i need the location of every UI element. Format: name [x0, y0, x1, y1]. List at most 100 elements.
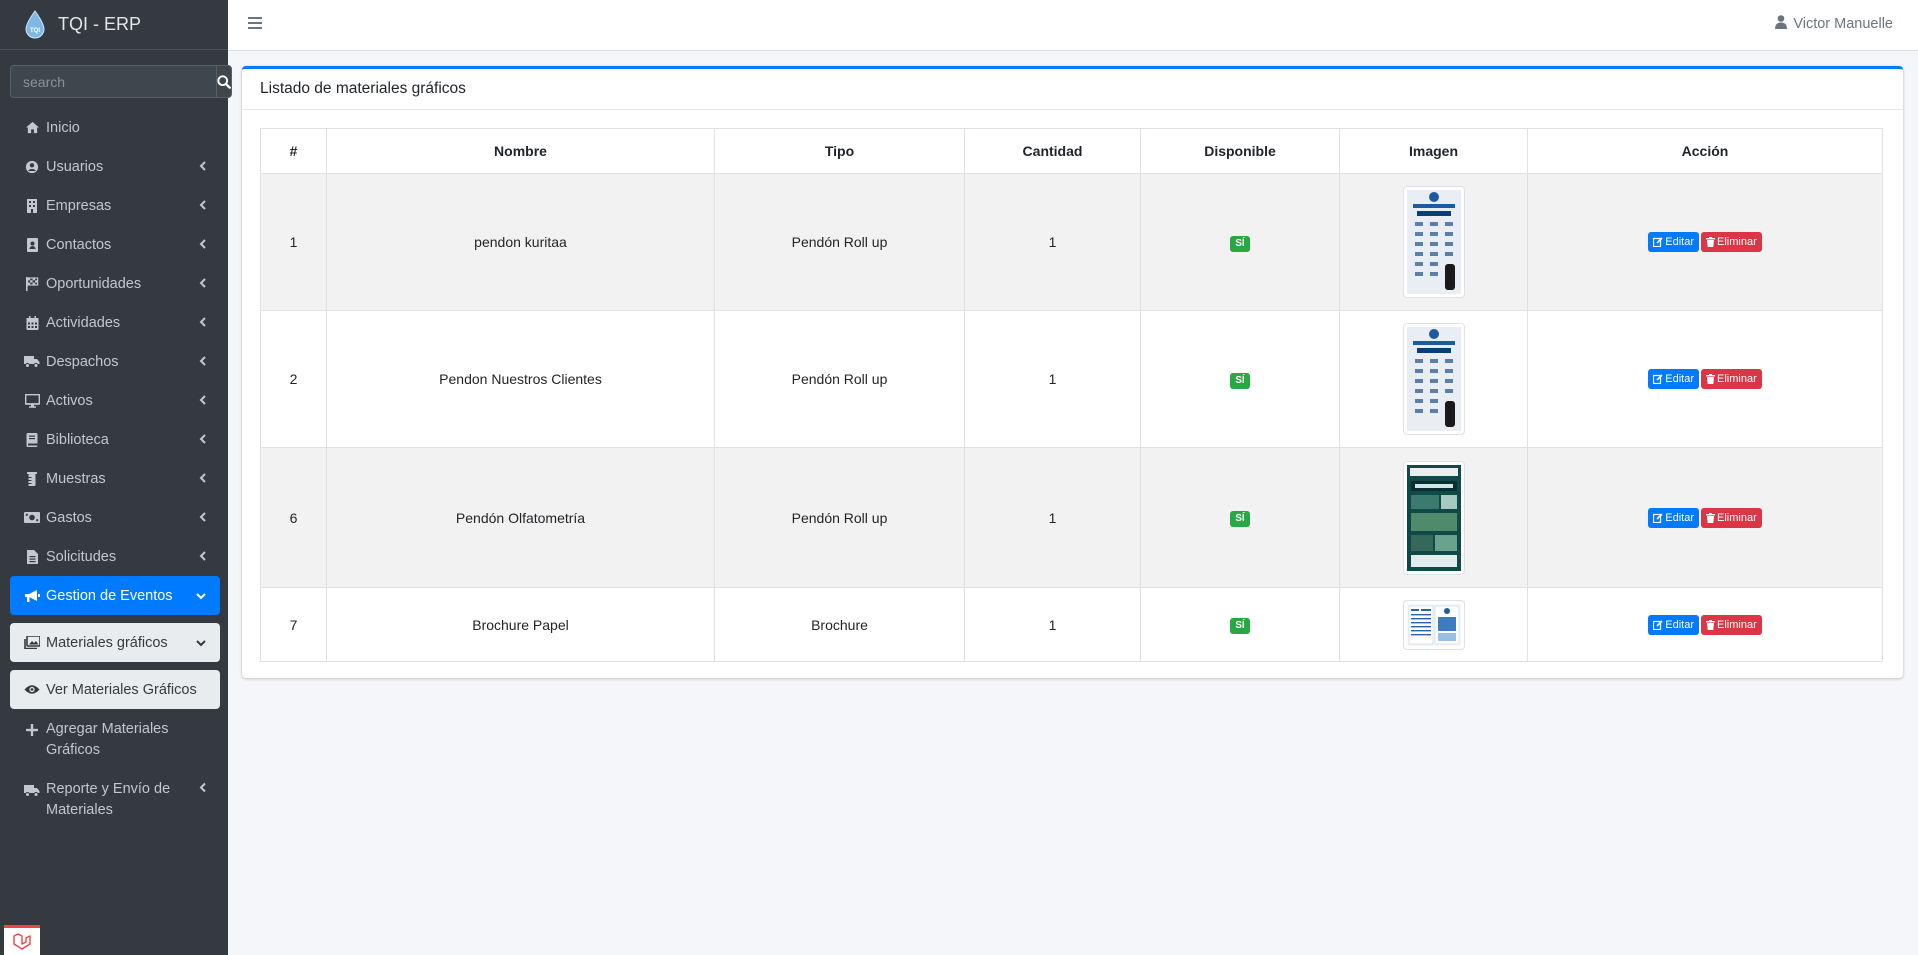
edit-icon [1653, 374, 1663, 384]
edit-button[interactable]: Editar [1648, 507, 1699, 528]
sidebar-item-empresas[interactable]: Empresas [10, 186, 220, 225]
flag-checkered-icon [24, 276, 40, 292]
cell-nombre: Pendón Olfatometría [326, 447, 715, 588]
sidebar-item-actividades[interactable]: Actividades [10, 303, 220, 342]
sidebar-item-contactos[interactable]: Contactos [10, 225, 220, 264]
trash-icon [1706, 374, 1715, 384]
sidebar-item-agregar-materiales-graficos[interactable]: Agregar Materiales Gráficos [10, 711, 220, 769]
sidebar-item-ver-materiales-graficos[interactable]: Ver Materiales Gráficos [10, 670, 220, 709]
material-thumbnail[interactable] [1402, 323, 1465, 435]
chevron-left-icon [199, 198, 206, 214]
topbar: Victor Manuelle [228, 0, 1918, 51]
delete-button[interactable]: Eliminar [1701, 369, 1762, 389]
cell-nombre: pendon kuritaa [326, 173, 715, 311]
user-menu[interactable]: Victor Manuelle [1775, 15, 1893, 33]
edit-button[interactable]: Editar [1648, 614, 1699, 635]
chevron-left-icon [199, 237, 206, 253]
cell-cantidad: 1 [964, 173, 1141, 311]
material-thumbnail[interactable] [1402, 186, 1465, 298]
sidebar-item-label: Oportunidades [46, 275, 142, 292]
sidebar-item-oportunidades[interactable]: Oportunidades [10, 264, 220, 303]
cell-id: 1 [260, 173, 327, 311]
cell-tipo: Pendón Roll up [714, 310, 965, 448]
material-thumbnail[interactable] [1402, 460, 1465, 575]
trash-icon [1706, 619, 1715, 630]
desktop-icon [24, 393, 40, 409]
column-header-cantidad[interactable]: Cantidad [964, 128, 1141, 174]
chevron-left-icon [199, 432, 206, 448]
cell-imagen [1339, 447, 1528, 588]
sidebar-item-gestion-de-eventos[interactable]: Gestion de Eventos [10, 576, 220, 615]
cell-cantidad: 1 [964, 587, 1141, 662]
column-header-disponible[interactable]: Disponible [1140, 128, 1340, 174]
cell-tipo: Brochure [714, 587, 965, 662]
truck-icon [24, 782, 40, 798]
delete-button[interactable]: Eliminar [1701, 232, 1762, 252]
brand[interactable]: TQI TQI - ERP [0, 0, 228, 50]
table-row: 2 Pendon Nuestros Clientes Pendón Roll u… [260, 310, 1883, 448]
sidebar-item-label: Gastos [46, 509, 92, 526]
sidebar-item-label: Activos [46, 392, 93, 409]
sidebar-item-label: Materiales gráficos [46, 634, 168, 651]
cell-disponible: SÍ [1140, 447, 1340, 588]
delete-button-label: Eliminar [1717, 373, 1757, 385]
table-row: 1 pendon kuritaa Pendón Roll up 1 SÍ Edi… [260, 173, 1883, 311]
edit-icon [1653, 237, 1663, 247]
edit-button[interactable]: Editar [1648, 369, 1699, 389]
delete-button-label: Eliminar [1717, 511, 1757, 524]
chevron-down-icon [196, 635, 206, 651]
cell-id: 7 [260, 587, 327, 662]
images-icon [24, 635, 40, 651]
delete-button-label: Eliminar [1717, 618, 1757, 631]
column-header-nombre[interactable]: Nombre [326, 128, 715, 174]
chevron-left-icon [199, 393, 206, 409]
book-icon [24, 432, 40, 448]
sidebar-item-inicio[interactable]: Inicio [10, 108, 220, 147]
material-thumbnail[interactable] [1402, 599, 1465, 650]
search-button[interactable] [216, 65, 232, 98]
table-row: 6 Pendón Olfatometría Pendón Roll up 1 S… [260, 447, 1883, 588]
status-badge: SÍ [1230, 235, 1250, 252]
materials-card: Listado de materiales gráficos # Nombre … [242, 66, 1903, 678]
chevron-left-icon [199, 471, 206, 487]
sidebar-item-solicitudes[interactable]: Solicitudes [10, 537, 220, 576]
edit-button[interactable]: Editar [1648, 232, 1699, 252]
eye-icon [24, 682, 40, 698]
chevron-left-icon [199, 276, 206, 292]
sidebar-item-label: Reporte y Envío de Materiales [46, 781, 171, 818]
sidebar-item-despachos[interactable]: Despachos [10, 342, 220, 381]
sidebar-item-gastos[interactable]: Gastos [10, 498, 220, 537]
sidebar-item-materiales-graficos[interactable]: Materiales gráficos [10, 623, 220, 662]
column-header-id[interactable]: # [260, 128, 327, 174]
tqi-logo-icon: TQI [22, 9, 48, 41]
sidebar-search [10, 65, 232, 98]
address-book-icon [24, 237, 40, 253]
cell-imagen [1339, 310, 1528, 448]
column-header-accion[interactable]: Acción [1527, 128, 1883, 174]
search-input[interactable] [10, 65, 216, 98]
delete-button[interactable]: Eliminar [1701, 614, 1762, 635]
sidebar-item-label: Inicio [46, 119, 80, 136]
cell-nombre: Pendon Nuestros Clientes [326, 310, 715, 448]
sidebar-item-usuarios[interactable]: Usuarios [10, 147, 220, 186]
sidebar-item-activos[interactable]: Activos [10, 381, 220, 420]
sidebar-item-biblioteca[interactable]: Biblioteca [10, 420, 220, 459]
column-header-imagen[interactable]: Imagen [1339, 128, 1528, 174]
chevron-left-icon [199, 510, 206, 526]
sidebar-item-label: Muestras [46, 470, 106, 487]
delete-button[interactable]: Eliminar [1701, 507, 1762, 528]
cell-cantidad: 1 [964, 447, 1141, 588]
svg-text:TQI: TQI [30, 28, 40, 34]
column-header-tipo[interactable]: Tipo [714, 128, 965, 174]
cell-accion: Editar Eliminar [1527, 310, 1883, 448]
vial-icon [24, 471, 40, 487]
sidebar-item-muestras[interactable]: Muestras [10, 459, 220, 498]
menu-toggle-icon[interactable] [248, 16, 262, 32]
chevron-left-icon [199, 549, 206, 565]
debugbar-tab[interactable] [4, 925, 40, 955]
user-icon [1775, 15, 1788, 33]
sidebar-item-label: Despachos [46, 353, 119, 370]
sidebar-item-reporte-y-envio[interactable]: Reporte y Envío de Materiales [10, 771, 220, 829]
cell-accion: Editar Eliminar [1527, 587, 1883, 662]
edit-button-label: Editar [1665, 236, 1694, 248]
